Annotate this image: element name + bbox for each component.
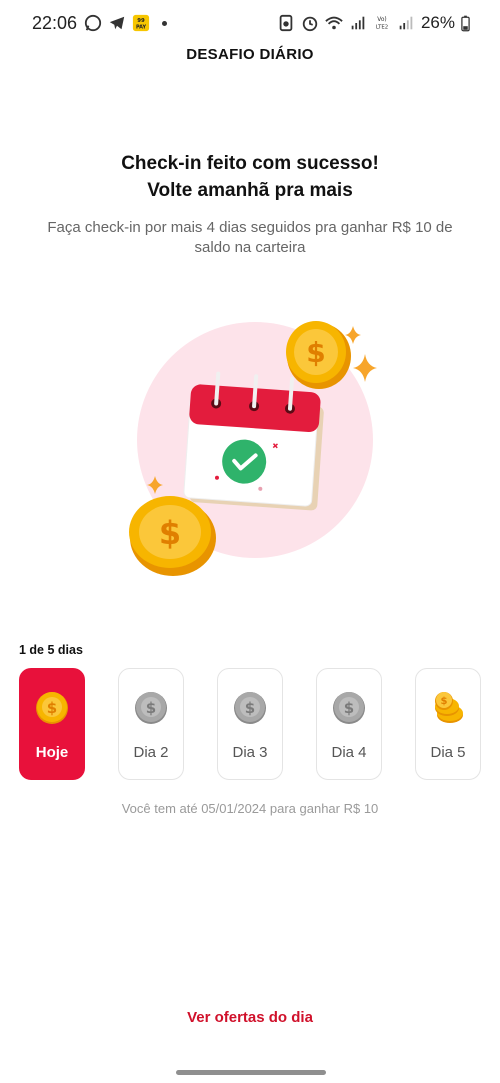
day-card-3[interactable]: $ Dia 3 (217, 668, 283, 780)
day-card-4[interactable]: $ Dia 4 (316, 668, 382, 780)
svg-text:LTE2: LTE2 (376, 24, 388, 30)
signal-icon (351, 16, 365, 30)
status-notification-icons: 99 PAY (84, 14, 167, 32)
grey-coin-icon: $ (234, 692, 266, 724)
deadline-text: Você tem até 05/01/2024 para ganhar R$ 1… (121, 801, 379, 816)
page-title: DESAFIO DIÁRIO (186, 46, 314, 63)
status-time: 22:06 (32, 13, 78, 33)
day-cards: $ Hoje $ Dia 2 $ Dia 3 $ Dia 4 $ Dia 5 (19, 668, 483, 782)
headline-line-2: Volte amanhã pra mais (147, 180, 353, 201)
svg-text:$: $ (441, 696, 448, 707)
screenshot-icon (279, 14, 293, 32)
svg-text:$: $ (47, 699, 57, 717)
challenge-description: Faça check-in por mais 4 dias seguidos p… (47, 219, 453, 256)
coin-stack-icon: $ (435, 692, 463, 723)
whatsapp-icon (84, 14, 102, 32)
home-indicator[interactable] (176, 1070, 326, 1075)
svg-text:$: $ (344, 699, 354, 717)
wifi-icon (325, 16, 343, 30)
progress-label: 1 de 5 dias (19, 643, 83, 657)
success-headline: Check-in feito com sucesso! Volte amanhã… (0, 150, 500, 204)
calendar-checkin-illustration: $ $ (129, 321, 377, 576)
svg-text:$: $ (306, 336, 325, 369)
alarm-icon (302, 16, 318, 32)
svg-text:99: 99 (137, 18, 145, 24)
headline-line-1: Check-in feito com sucesso! (121, 153, 379, 174)
svg-text:Vo): Vo) (377, 17, 386, 23)
battery-percent: 26% (420, 13, 455, 32)
svg-text:$: $ (146, 699, 156, 717)
status-bar: 22:06 99 PAY Vo) LTE2 26% (0, 0, 500, 48)
day-label: Hoje (35, 744, 69, 761)
day-label: Dia 4 (331, 744, 367, 761)
calendar-icon (183, 371, 324, 511)
day-card-today[interactable]: $ Hoje (19, 668, 85, 780)
day-label: Dia 3 (232, 744, 268, 761)
status-system-icons: Vo) LTE2 26% (277, 13, 470, 33)
day-label: Dia 2 (133, 744, 169, 761)
svg-text:$: $ (245, 699, 255, 717)
svg-text:$: $ (159, 514, 181, 552)
day-card-5[interactable]: $ Dia 5 (415, 668, 481, 780)
day-label: Dia 5 (430, 744, 466, 761)
notification-dot-icon (162, 20, 167, 26)
gold-coin-icon: $ (36, 692, 68, 724)
telegram-icon (109, 16, 125, 30)
battery-icon (461, 15, 470, 31)
grey-coin-icon: $ (135, 692, 167, 724)
svg-text:PAY: PAY (136, 24, 147, 30)
pay-icon: 99 PAY (132, 14, 150, 32)
day-card-2[interactable]: $ Dia 2 (118, 668, 184, 780)
volte-icon: Vo) LTE2 (376, 17, 388, 30)
signal-2-icon (399, 16, 413, 30)
sparkle-icon (353, 354, 377, 382)
grey-coin-icon: $ (333, 692, 365, 724)
view-daily-offers-link[interactable]: Ver ofertas do dia (0, 1009, 500, 1026)
